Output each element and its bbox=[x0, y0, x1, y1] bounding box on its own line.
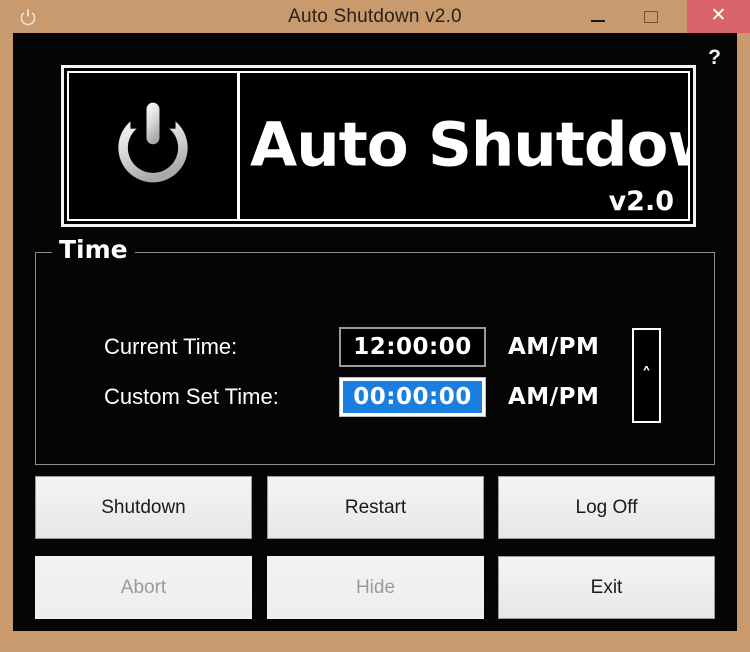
custom-time-ampm: AM/PM bbox=[508, 384, 600, 410]
close-icon: ✕ bbox=[710, 5, 727, 26]
wordmark-text: Auto Shutdown bbox=[250, 109, 688, 181]
version-text: v2.0 bbox=[608, 186, 674, 217]
maximize-icon bbox=[644, 10, 658, 23]
app-window: Auto Shutdown v2.0 ✕ ? Auto Shutdo v2.0 … bbox=[0, 0, 750, 652]
current-time-label: Current Time: bbox=[104, 334, 238, 359]
current-time-ampm: AM/PM bbox=[508, 334, 600, 360]
wordmark-cell: Auto Shutdown v2.0 bbox=[240, 73, 688, 219]
abort-button: Abort bbox=[35, 556, 252, 619]
restart-button[interactable]: Restart bbox=[267, 476, 484, 539]
logo-banner-inner: Auto Shutdown v2.0 bbox=[67, 71, 690, 221]
time-group-label: Time bbox=[52, 236, 135, 264]
custom-time-row: Custom Set Time: 00:00:00 AM/PM bbox=[36, 375, 716, 419]
maximize-button[interactable] bbox=[628, 0, 674, 33]
custom-time-label: Custom Set Time: bbox=[104, 384, 279, 409]
minimize-button[interactable] bbox=[575, 0, 621, 33]
client-area: ? Auto Shutdo v2.0 Time Current Time: 12… bbox=[13, 33, 737, 631]
exit-button[interactable]: Exit bbox=[498, 556, 715, 619]
log-off-button[interactable]: Log Off bbox=[498, 476, 715, 539]
logo-banner: Auto Shutdown v2.0 bbox=[61, 65, 696, 227]
current-time-row: Current Time: 12:00:00 AM/PM bbox=[36, 325, 716, 369]
time-group-box: Time Current Time: 12:00:00 AM/PM Custom… bbox=[35, 236, 716, 465]
logo-cell bbox=[69, 73, 240, 219]
current-time-value: 12:00:00 bbox=[353, 334, 472, 360]
close-button[interactable]: ✕ bbox=[687, 0, 750, 33]
minimize-icon bbox=[591, 19, 605, 22]
help-icon[interactable]: ? bbox=[708, 47, 721, 68]
up-arrow-icon: ˄ bbox=[641, 364, 652, 386]
custom-time-value: 00:00:00 bbox=[343, 381, 482, 413]
current-time-field: 12:00:00 bbox=[339, 327, 486, 367]
action-buttons: Shutdown Restart Log Off Abort Hide Exit bbox=[35, 476, 715, 619]
shutdown-button[interactable]: Shutdown bbox=[35, 476, 252, 539]
custom-time-input[interactable]: 00:00:00 bbox=[339, 377, 486, 417]
time-spinner[interactable]: ˄ bbox=[632, 328, 661, 423]
power-icon bbox=[101, 94, 205, 198]
title-bar[interactable]: Auto Shutdown v2.0 ✕ bbox=[0, 0, 750, 33]
hide-button: Hide bbox=[267, 556, 484, 619]
